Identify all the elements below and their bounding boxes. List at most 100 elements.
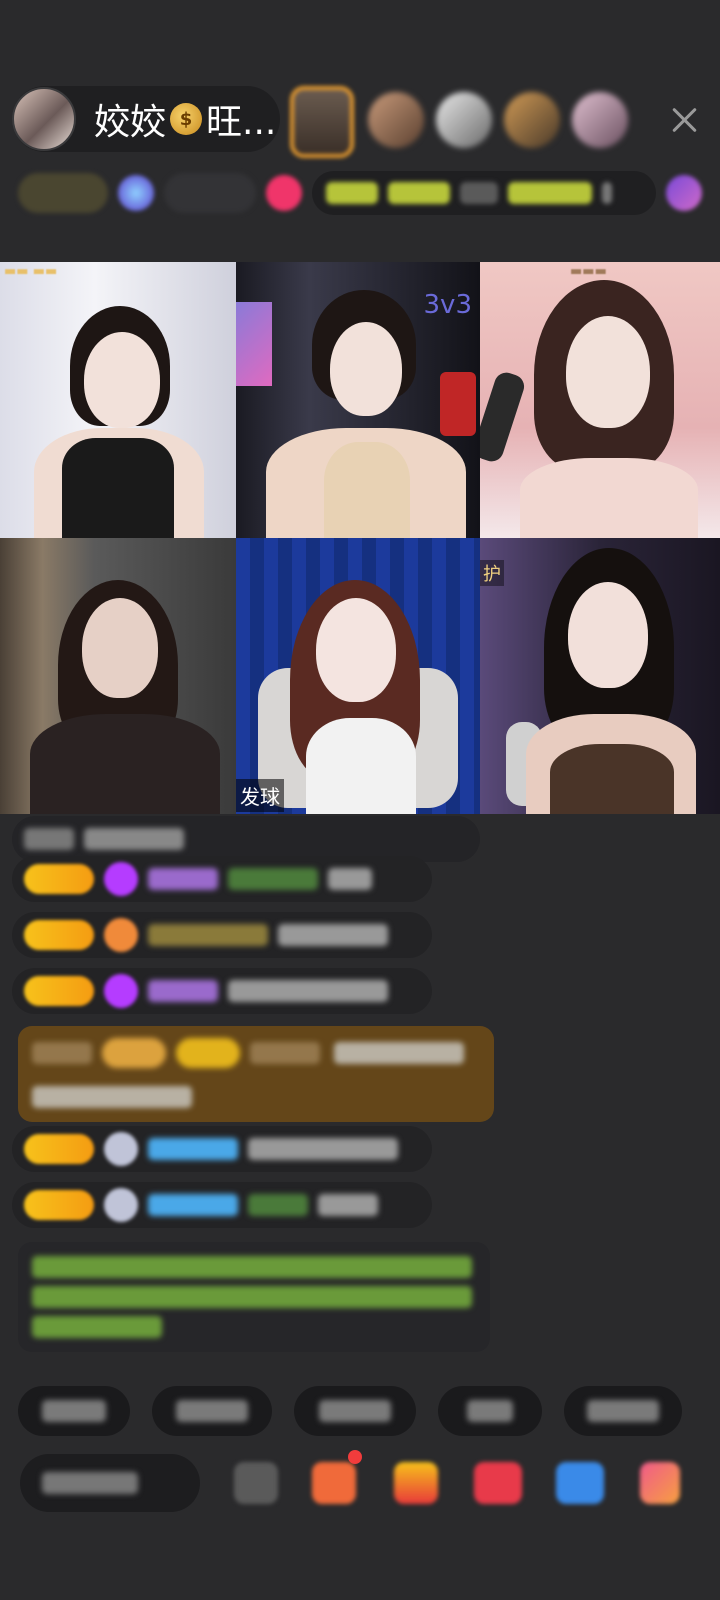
chat-input[interactable] [20,1454,200,1512]
quick-reply-button[interactable] [152,1386,272,1436]
chat-text [248,1194,308,1216]
quick-reply-button[interactable] [438,1386,542,1436]
host-name-suffix: 旺... [206,102,277,143]
decor-shape [440,372,476,436]
tile-bottom-label: 发球 [236,779,284,812]
guest-video-tile[interactable]: ▬▬▬ [480,262,720,538]
viewer-avatar[interactable] [504,92,560,148]
quick-reply-button[interactable] [564,1386,682,1436]
fan-badge-icon [104,918,138,952]
chat-text [328,868,372,890]
tags-bar[interactable] [312,171,656,215]
heart-icon[interactable] [474,1462,522,1504]
chat-text [84,828,184,850]
level-badge [24,1190,94,1220]
guest-video-tile[interactable]: 护 [480,538,720,814]
level-badge [24,976,94,1006]
person-face [566,316,650,428]
level-badge [24,864,94,894]
guest-video-tile[interactable]: ▬▬ ▬▬ [0,262,236,538]
person-dress [62,438,174,538]
system-message [18,1026,494,1122]
guest-video-tile[interactable]: 3v3 [236,262,480,538]
level-badge [176,1038,240,1068]
person-face [316,598,396,702]
chat-text [228,980,388,1002]
fans-count-chip[interactable] [164,173,256,213]
notice-text-line [32,1286,472,1308]
chat-text [318,1194,378,1216]
share-icon[interactable] [556,1462,604,1504]
multi-guest-video-grid: ▬▬ ▬▬ 3v3 ▬▬▬ 发球 护 [0,262,720,814]
shop-icon[interactable] [312,1462,356,1504]
person-face [84,332,160,428]
tag-chip [460,182,498,204]
emoji-icon[interactable] [234,1462,278,1504]
viewer-avatar[interactable] [436,92,492,148]
chevron-icon [602,182,612,204]
quick-reply-button[interactable] [294,1386,416,1436]
pk-icon[interactable] [266,175,302,211]
rank-chip[interactable] [18,173,108,213]
gem-icon [104,974,138,1008]
notice-text-line [32,1256,472,1278]
room-notice [18,1242,490,1352]
host-info-pill[interactable]: 姣姣 $ 旺... [12,86,280,152]
live-room-screen: 姣姣 $ 旺... ▬▬ ▬▬ 3v3 ▬▬▬ 发球 护 [0,0,720,1600]
level-badge [102,1038,166,1068]
person-top [550,744,674,814]
mode-label: 3v3 [423,290,472,320]
gift-icon[interactable] [640,1462,680,1504]
red-packet-icon[interactable] [394,1462,438,1504]
level-badge [24,1134,94,1164]
guest-video-tile[interactable]: 发球 [236,538,480,814]
tag-chip [508,182,592,204]
chat-input-placeholder [42,1472,138,1494]
chat-text [248,1138,398,1160]
username[interactable] [148,980,218,1002]
viewer-avatar[interactable] [572,92,628,148]
username[interactable] [148,868,218,890]
bottom-action-bar [0,1446,720,1516]
level-badge [24,920,94,950]
gem-icon [104,862,138,896]
person-face [82,598,158,698]
chat-message [12,968,432,1014]
host-name-text: 姣姣 [94,102,167,143]
viewer-avatar[interactable] [368,92,424,148]
host-name: 姣姣 $ 旺... [94,93,276,145]
room-stats-row [18,170,702,216]
gift-box-icon[interactable] [666,175,702,211]
close-icon[interactable] [666,102,702,138]
username[interactable] [148,924,268,946]
money-bag-icon: $ [170,103,203,135]
person-body [30,714,220,814]
username[interactable] [250,1042,320,1064]
chat-text [334,1042,464,1064]
top-viewer-avatar[interactable] [290,86,354,158]
person-body [520,458,698,538]
guest-video-tile[interactable] [0,538,236,814]
quick-reply-row [18,1386,682,1438]
fans-icon [118,175,154,211]
chat-text [228,868,318,890]
chat-text [32,1042,92,1064]
tile-corner-text: ▬▬ ▬▬ [4,264,58,279]
person-top [324,442,410,538]
notification-dot [348,1450,362,1464]
host-avatar[interactable] [12,87,76,151]
person-face [568,582,648,688]
username[interactable] [148,1194,238,1216]
quick-reply-button[interactable] [18,1386,130,1436]
tile-corner-text: ▬▬▬ [570,264,607,279]
chat-message [12,1126,432,1172]
tag-chip [326,182,378,204]
side-label: 护 [480,560,504,586]
chat-text [32,1086,192,1108]
username[interactable] [148,1138,238,1160]
person-top [306,718,416,814]
fan-badge-icon [104,1132,138,1166]
chat-message [12,1182,432,1228]
notice-text-line [32,1316,162,1338]
person-face [330,322,402,416]
